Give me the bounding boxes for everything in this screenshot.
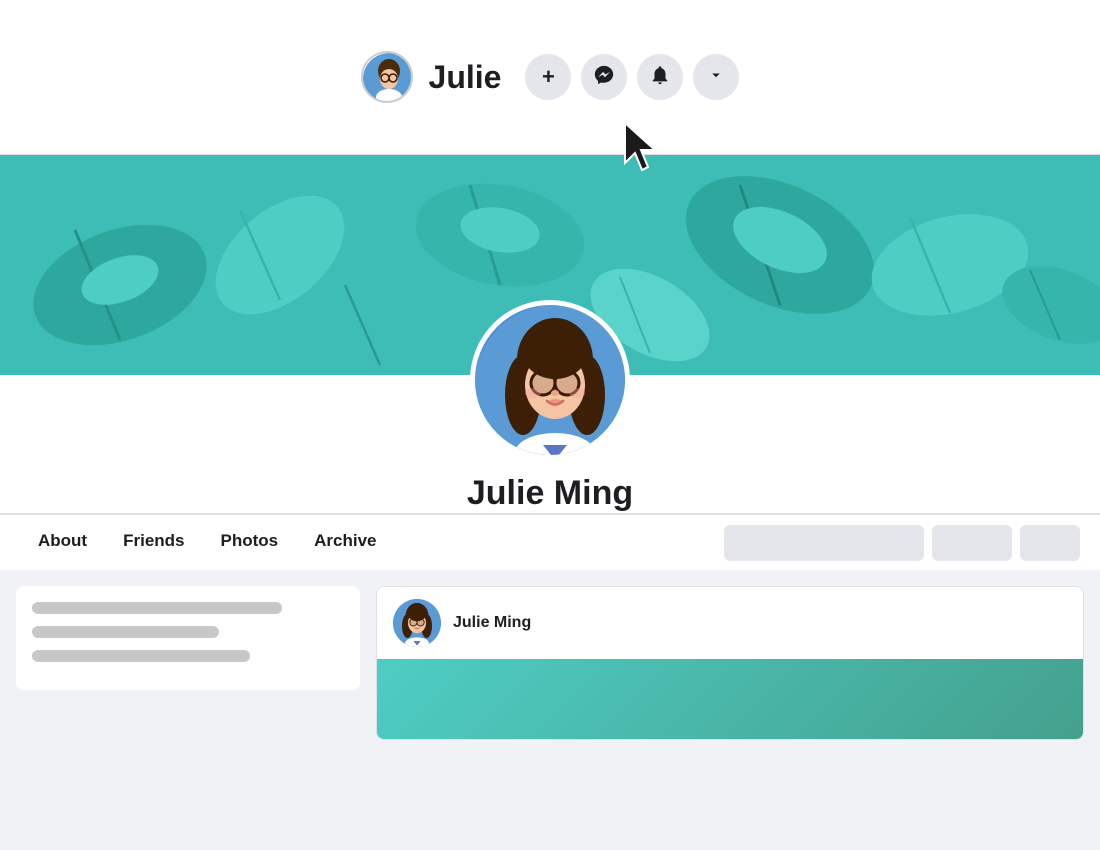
content-area: Julie Ming	[0, 570, 1100, 850]
tab-placeholder-1	[724, 525, 924, 561]
tab-photos[interactable]: Photos	[203, 515, 297, 570]
add-button[interactable]: +	[525, 54, 571, 100]
profile-section: Julie Ming	[0, 375, 1100, 514]
bell-icon	[649, 64, 671, 91]
nav-action-icons: +	[525, 54, 739, 100]
profile-tabs: About Friends Photos Archive	[0, 514, 1100, 570]
sidebar-line-1	[32, 602, 282, 614]
tab-placeholder-3	[1020, 525, 1080, 561]
profile-avatar-wrapper	[470, 300, 630, 460]
messenger-icon	[593, 64, 615, 91]
sidebar-line-2	[32, 626, 219, 638]
post-avatar	[393, 599, 441, 647]
chevron-down-icon	[707, 66, 725, 89]
messenger-button[interactable]	[581, 54, 627, 100]
sidebar-line-3	[32, 650, 250, 662]
sidebar-card	[16, 586, 360, 690]
navbar: Julie +	[0, 0, 1100, 155]
tab-about[interactable]: About	[20, 515, 105, 570]
profile-name: Julie Ming	[467, 474, 633, 513]
nav-username: Julie	[429, 59, 502, 96]
tab-placeholder-2	[932, 525, 1012, 561]
nav-avatar	[361, 51, 413, 103]
notifications-button[interactable]	[637, 54, 683, 100]
post-username: Julie Ming	[453, 614, 531, 632]
right-column: Julie Ming	[376, 586, 1084, 850]
post-header: Julie Ming	[377, 587, 1083, 659]
tab-archive[interactable]: Archive	[296, 515, 394, 570]
post-card: Julie Ming	[376, 586, 1084, 740]
post-image-placeholder	[377, 659, 1083, 739]
left-column	[16, 586, 376, 850]
add-icon: +	[542, 64, 555, 90]
profile-avatar	[470, 300, 630, 460]
tab-friends[interactable]: Friends	[105, 515, 202, 570]
dropdown-button[interactable]	[693, 54, 739, 100]
